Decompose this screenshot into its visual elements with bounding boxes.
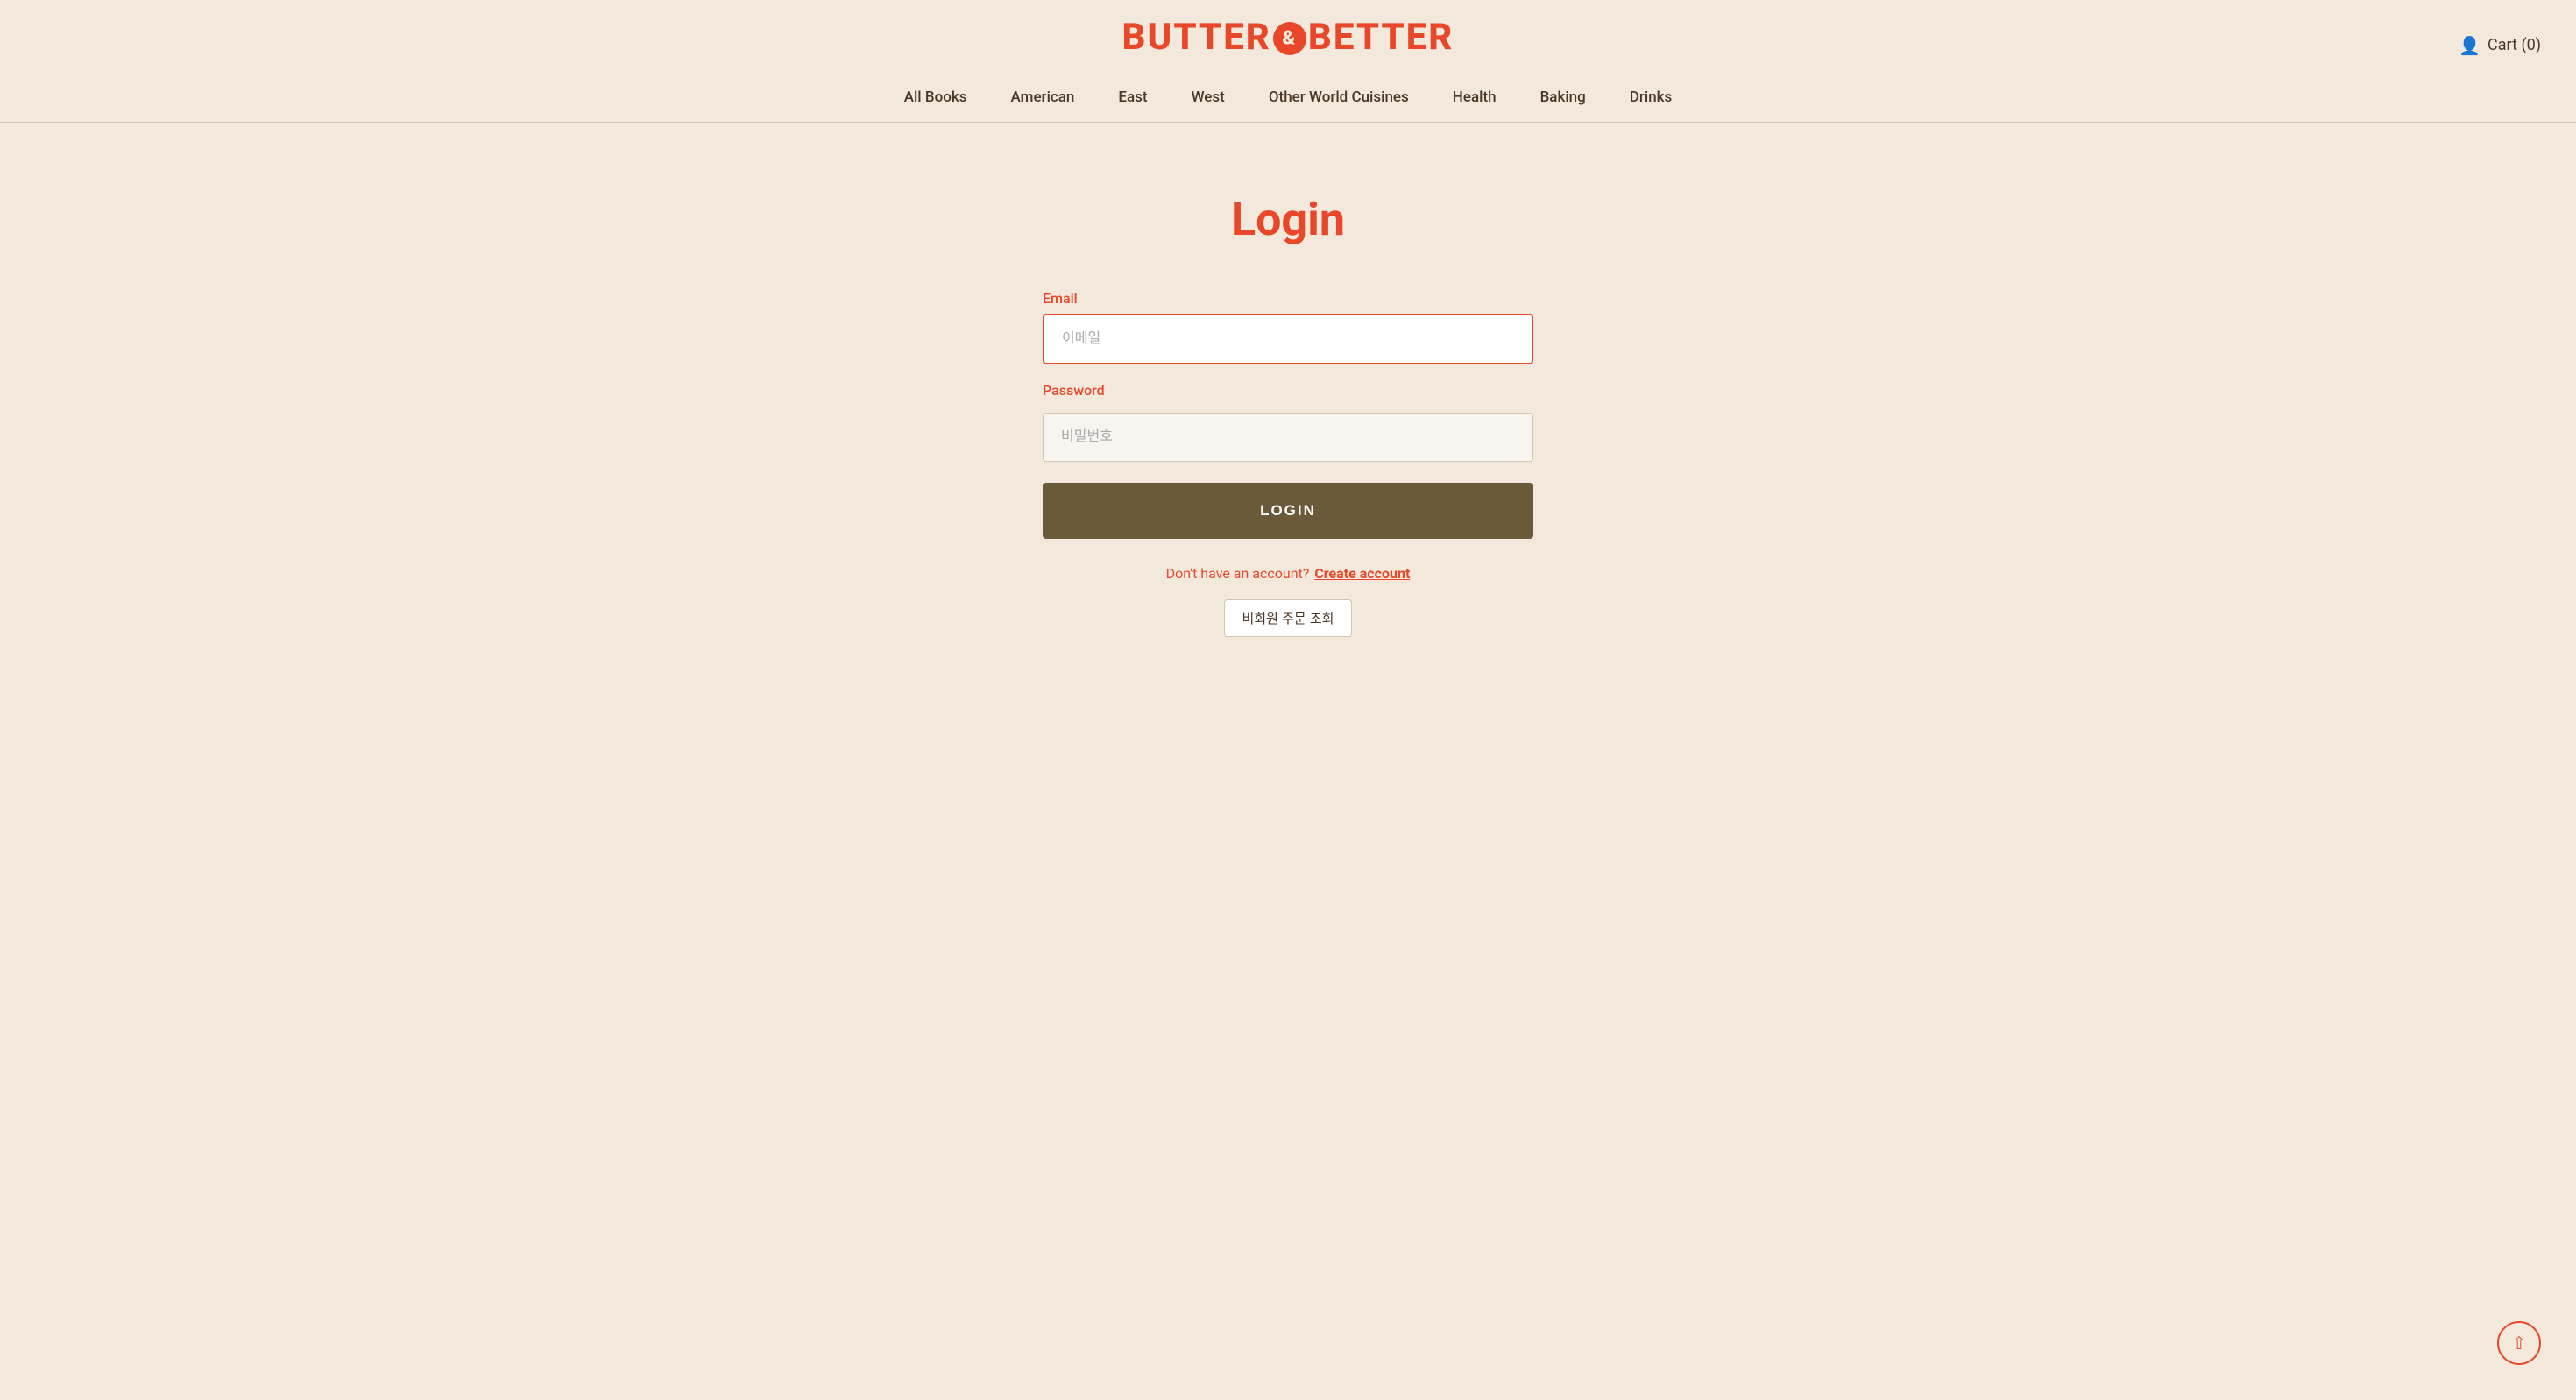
nav-item-american[interactable]: American — [1011, 88, 1075, 106]
cart-button[interactable]: 👤 Cart (0) — [2459, 35, 2541, 56]
account-links: Don't have an account? Create account — [1166, 565, 1411, 582]
nav-item-west[interactable]: West — [1192, 88, 1225, 106]
create-account-link[interactable]: Create account — [1314, 565, 1410, 582]
nav-item-east[interactable]: East — [1118, 88, 1147, 106]
nav-item-all-books[interactable]: All Books — [904, 88, 967, 106]
no-account-text: Don't have an account? — [1166, 565, 1310, 582]
email-label: Email — [1043, 290, 1533, 307]
email-input[interactable] — [1043, 314, 1533, 364]
main-content: Login Email Password LOGIN Don't have an… — [0, 123, 2576, 689]
logo-icon — [1273, 22, 1306, 55]
logo-text-after: BETTER — [1308, 16, 1454, 59]
nav-item-drinks[interactable]: Drinks — [1630, 88, 1673, 106]
header-top: BUTTER BETTER 👤 Cart (0) — [35, 16, 2541, 74]
nav-item-baking[interactable]: Baking — [1540, 88, 1586, 106]
cart-label: Cart (0) — [2488, 36, 2541, 54]
guest-order-button[interactable]: 비회원 주문 조회 — [1224, 599, 1353, 637]
scroll-top-button[interactable]: ⇧ — [2497, 1321, 2541, 1365]
main-nav: All Books American East West Other World… — [35, 74, 2541, 122]
site-header: BUTTER BETTER 👤 Cart (0) All Books Americ… — [0, 0, 2576, 122]
site-logo[interactable]: BUTTER BETTER — [1122, 16, 1454, 59]
logo-text-before: BUTTER — [1122, 16, 1271, 59]
password-label: Password — [1043, 382, 1533, 399]
nav-item-health[interactable]: Health — [1453, 88, 1497, 106]
person-icon: 👤 — [2459, 35, 2480, 56]
login-form: Email Password LOGIN — [1043, 290, 1533, 539]
page-title: Login — [1231, 193, 1345, 246]
nav-item-other-world-cuisines[interactable]: Other World Cuisines — [1269, 88, 1409, 106]
password-input[interactable] — [1043, 413, 1533, 462]
login-button[interactable]: LOGIN — [1043, 483, 1533, 539]
arrow-up-icon: ⇧ — [2512, 1333, 2527, 1354]
